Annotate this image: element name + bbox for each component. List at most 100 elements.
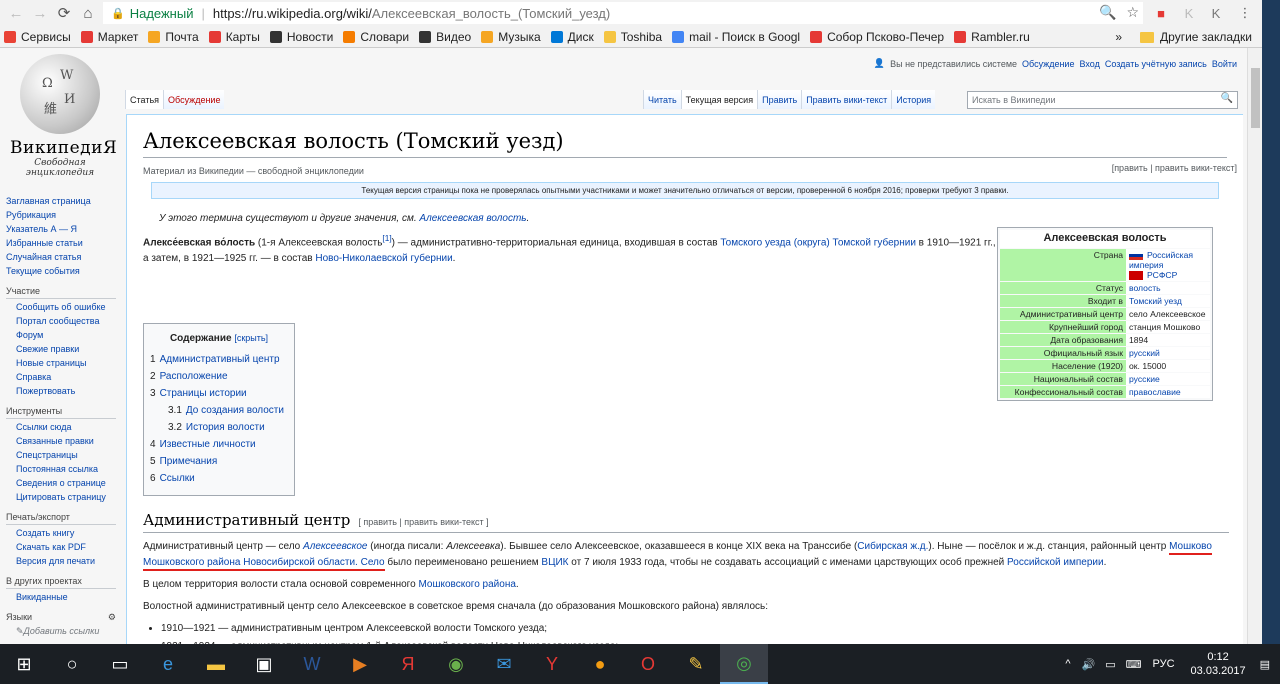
media-player-icon[interactable]: ▶ [336,644,384,684]
volume-icon[interactable]: 🔊 [1082,658,1096,671]
scrollbar[interactable] [1247,48,1262,644]
bookmark-item[interactable]: Музыка [481,30,541,44]
toc-item[interactable]: 3.1 До создания волости [150,402,288,419]
tab-edit-source[interactable]: Править вики-текст [801,90,892,109]
moshkovsky-district-link[interactable]: Мошковского района [418,579,515,590]
sidebar-link[interactable]: Форум [6,328,116,342]
gear-icon[interactable]: ⚙ [108,610,116,624]
bookmark-item[interactable]: Новости [269,30,333,44]
add-links-link[interactable]: ✎Добавить ссылки [6,626,99,636]
bookmark-item[interactable]: Rambler.ru [954,30,1030,44]
chevron-up-icon[interactable]: ^ [1065,658,1070,670]
word-icon[interactable]: W [288,644,336,684]
bookmark-item[interactable]: Словари [343,30,409,44]
extension-icon[interactable]: K [1178,2,1200,24]
back-icon[interactable]: ← [4,5,28,22]
notification-icon[interactable]: ▤ [1260,658,1270,671]
tab-read[interactable]: Читать [643,90,681,109]
sidebar-link[interactable]: Постоянная ссылка [6,462,116,476]
sidebar-link[interactable]: Викиданные [6,590,116,604]
home-icon[interactable]: ⌂ [76,5,100,22]
sidebar-link[interactable]: Свежие правки [6,342,116,356]
other-bookmarks[interactable]: Другие закладки [1140,26,1252,47]
tab-article[interactable]: Статья [125,90,164,109]
url-input[interactable]: 🔒 Надежный | https://ru.wikipedia.org/wi… [103,2,1143,24]
file-explorer-icon[interactable]: ▬ [192,644,240,684]
sidebar-link[interactable]: Заглавная страница [6,194,116,208]
ref-link[interactable]: [1] [382,233,391,243]
extension-k-icon[interactable]: K [1205,2,1227,24]
reload-icon[interactable]: ⟳ [52,4,76,22]
sidebar-link[interactable]: Сведения о странице [6,476,116,490]
search-icon[interactable]: 🔍 [1221,93,1233,104]
russian-empire-link[interactable]: Российской империи [1007,557,1104,568]
bookmarks-more[interactable]: » [1115,26,1122,47]
novonikolaevsk-link[interactable]: Ново-Николаевской губернии [315,253,452,264]
sidebar-link[interactable]: Новые страницы [6,356,116,370]
create-account-link[interactable]: Создать учётную запись [1105,59,1207,69]
tomsk-gubernia-link[interactable]: Томской губернии [833,237,916,248]
sidebar-link[interactable]: Связанные правки [6,434,116,448]
go-link[interactable]: Войти [1212,59,1237,69]
bookmark-item[interactable]: Карты [208,30,260,44]
sidebar-link[interactable]: Версия для печати [6,554,116,568]
toc-toggle[interactable]: [скрыть] [234,333,268,343]
tomsk-uezd-link[interactable]: Томского уезда (округа) [720,237,829,248]
chrome-icon[interactable]: ◎ [720,644,768,684]
sidebar-link[interactable]: Сообщить об ошибке [6,300,116,314]
sidebar-link[interactable]: Справка [6,370,116,384]
infobox-link[interactable]: РСФСР [1147,270,1177,280]
bookmark-item[interactable]: Сервисы [4,30,71,44]
sidebar-link[interactable]: Портал сообщества [6,314,116,328]
task-view-icon[interactable]: ▭ [96,644,144,684]
bookmark-item[interactable]: Toshiba [603,30,662,44]
tab-talk[interactable]: Обсуждение [163,90,225,109]
scroll-thumb[interactable] [1251,68,1260,128]
bookmark-item[interactable]: Маркет [80,30,138,44]
network-icon[interactable]: ▭ [1105,658,1115,671]
bookmark-item[interactable]: Почта [148,30,199,44]
search-icon[interactable]: ○ [48,644,96,684]
sidebar-link[interactable]: Текущие события [6,264,116,278]
app-icon[interactable]: ◉ [432,644,480,684]
opera-icon[interactable]: O [624,644,672,684]
edge-icon[interactable]: e [144,644,192,684]
sidebar-link[interactable]: Случайная статья [6,250,116,264]
keyboard-icon[interactable]: ⌨ [1126,658,1142,671]
toc-item[interactable]: 3.2 История волости [150,419,288,436]
tab-history[interactable]: История [891,90,936,109]
toc-item[interactable]: 1 Административный центр [150,351,288,368]
sidebar-link[interactable]: Избранные статьи [6,236,116,250]
search-input[interactable]: Искать в Википедии 🔍 [967,91,1238,109]
login-link[interactable]: Вход [1079,59,1099,69]
wikipedia-logo[interactable]: Ω W И 維 ВикипедиЯ Свободная энциклопедия [10,54,117,178]
sidebar-link[interactable]: Рубрикация [6,208,116,222]
app-orange-icon[interactable]: ● [576,644,624,684]
toc-item[interactable]: 6 Ссылки [150,470,288,487]
bookmark-item[interactable]: mail - Поиск в Googl [672,30,800,44]
talk-link[interactable]: Обсуждение [1022,59,1074,69]
hatnote-link[interactable]: Алексеевская волость [419,213,526,224]
tab-edit[interactable]: Править [757,90,802,109]
edit-top-links[interactable]: [править | править вики-текст] [1112,163,1237,173]
sidebar-link[interactable]: Цитировать страницу [6,490,116,504]
paint-icon[interactable]: ✎ [672,644,720,684]
language-indicator[interactable]: РУС [1153,658,1175,670]
menu-icon[interactable]: ⋮ [1234,2,1256,24]
zoom-icon[interactable]: 🔍 [1099,4,1116,21]
alekseevskoe-link[interactable]: Алексеевское [303,541,367,552]
toc-item[interactable]: 5 Примечания [150,453,288,470]
toc-item[interactable]: 4 Известные личности [150,436,288,453]
vtsik-link[interactable]: ВЦИК [541,557,568,568]
store-icon[interactable]: ▣ [240,644,288,684]
windows-start-icon[interactable]: ⊞ [0,644,48,684]
bookmark-item[interactable]: Диск [550,30,594,44]
sidebar-link[interactable]: Пожертвовать [6,384,116,398]
siberian-railway-link[interactable]: Сибирская ж.д. [857,541,928,552]
toc-item[interactable]: 2 Расположение [150,368,288,385]
forward-icon[interactable]: → [28,5,52,22]
star-icon[interactable]: ☆ [1126,4,1139,21]
sidebar-link[interactable]: Скачать как PDF [6,540,116,554]
yandex-browser-icon[interactable]: Y [528,644,576,684]
sidebar-link[interactable]: Ссылки сюда [6,420,116,434]
